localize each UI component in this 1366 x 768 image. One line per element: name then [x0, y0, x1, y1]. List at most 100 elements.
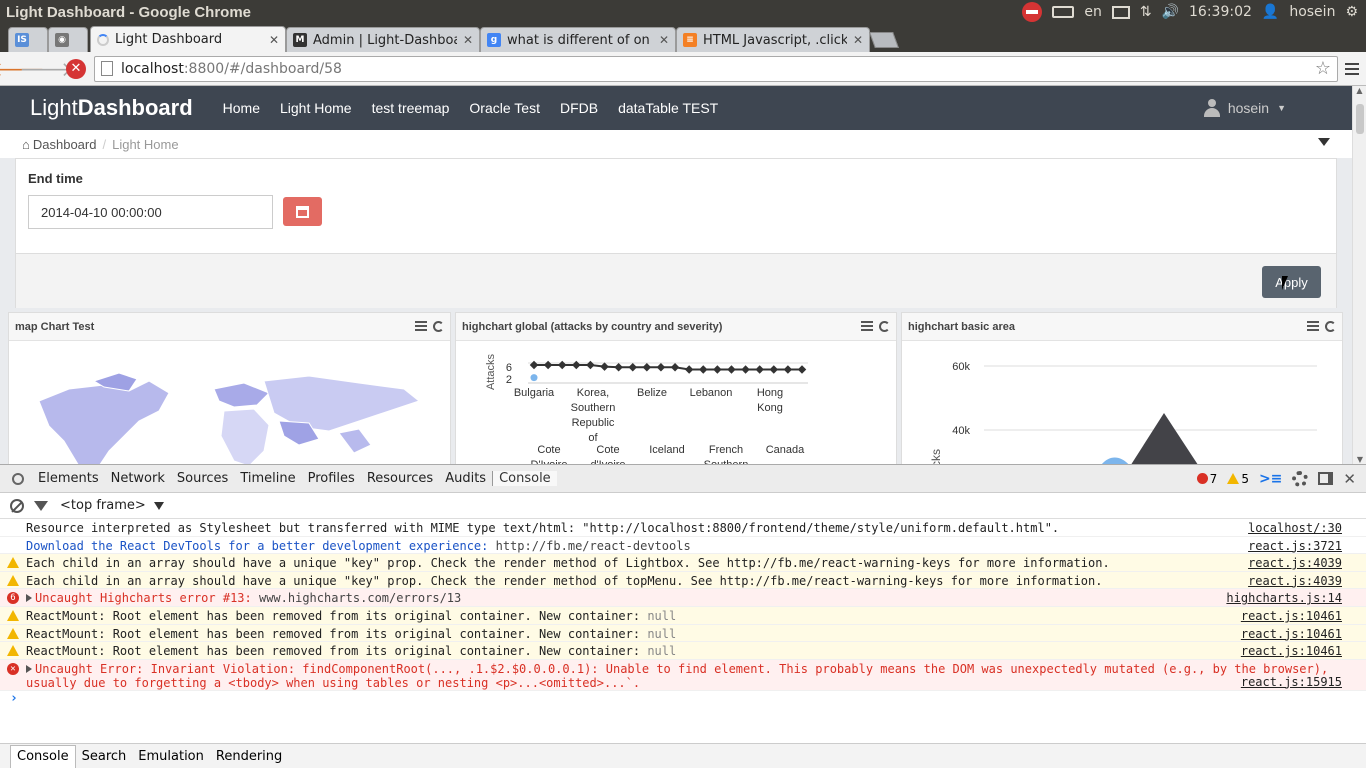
log-source-link[interactable]: react.js:10461 — [1241, 644, 1342, 658]
clock[interactable]: 16:39:02 — [1189, 4, 1252, 20]
tab-sources[interactable]: Sources — [171, 471, 234, 486]
log-link[interactable]: http://fb.me/react-devtools — [496, 539, 691, 553]
chrome-menu-icon[interactable] — [1338, 62, 1366, 75]
frame-selector[interactable]: <top frame> — [60, 498, 146, 513]
dock-side-icon[interactable] — [1318, 472, 1334, 485]
caret-down-icon: ▼ — [1277, 103, 1286, 113]
drawer-tab-rendering[interactable]: Rendering — [210, 746, 288, 768]
stop-loading-icon[interactable]: ✕ — [66, 58, 86, 79]
log-source-link[interactable]: react.js:4039 — [1248, 574, 1342, 588]
map-region-americas[interactable] — [38, 380, 170, 464]
language-indicator[interactable]: en — [1084, 4, 1102, 20]
basic-area-chart: Stacks 60k 40k — [929, 361, 1317, 464]
log-link[interactable]: www.highcharts.com/errors/13 — [259, 591, 461, 605]
browser-tab-2[interactable]: ◉ — [48, 27, 88, 52]
keyboard-icon[interactable] — [1052, 6, 1075, 18]
drawer-tab-emulation[interactable]: Emulation — [132, 746, 210, 768]
devtools-status: 7 5 >≡ ✕ — [1196, 470, 1356, 488]
warning-count[interactable]: 5 — [1227, 472, 1249, 486]
drawer-tab-console[interactable]: Console — [10, 745, 76, 768]
log-source-link[interactable]: highcharts.js:14 — [1226, 591, 1342, 605]
list-icon[interactable] — [861, 321, 873, 331]
list-icon[interactable] — [1307, 321, 1319, 331]
console-prompt[interactable]: › — [0, 691, 1366, 711]
new-tab-button[interactable] — [869, 32, 899, 48]
tab-network[interactable]: Network — [105, 471, 171, 486]
nav-test-treemap[interactable]: test treemap — [372, 100, 450, 116]
breadcrumb-dashboard[interactable]: Dashboard — [33, 137, 97, 152]
calendar-button[interactable] — [283, 197, 322, 226]
user-menu[interactable]: hosein ▼ — [1203, 99, 1286, 117]
close-tab-icon[interactable]: ✕ — [269, 33, 279, 47]
tab-console[interactable]: Console — [492, 471, 557, 486]
scroll-down-icon[interactable]: ▼ — [1353, 455, 1366, 464]
frame-dropdown-icon[interactable] — [153, 501, 164, 510]
scroll-up-icon[interactable]: ▲ — [1353, 86, 1366, 95]
log-source-link[interactable]: react.js:15915 — [1241, 675, 1342, 689]
filter-funnel-icon[interactable] — [1318, 138, 1330, 146]
console-error-line[interactable]: ✕ Uncaught Error: Invariant Violation: f… — [0, 659, 1366, 691]
map-region-south-asia[interactable] — [338, 428, 372, 454]
log-source-link[interactable]: react.js:4039 — [1248, 556, 1342, 570]
volume-icon[interactable]: 🔊 — [1162, 4, 1179, 20]
x-tick-label: Lebanon — [690, 387, 733, 399]
expand-triangle-icon[interactable] — [26, 594, 32, 603]
close-tab-icon[interactable]: ✕ — [659, 33, 669, 47]
expand-triangle-icon[interactable] — [26, 664, 32, 673]
log-link[interactable]: http://localhost:8800/frontend/theme/sty… — [590, 521, 1045, 535]
error-count[interactable]: 7 — [1196, 472, 1217, 486]
scrollbar-thumb[interactable] — [1356, 104, 1364, 134]
show-drawer-icon[interactable]: >≡ — [1259, 471, 1282, 487]
nav-oracle-test[interactable]: Oracle Test — [469, 100, 540, 116]
nav-light-home[interactable]: Light Home — [280, 100, 352, 116]
tab-resources[interactable]: Resources — [361, 471, 439, 486]
console-error-line[interactable]: 6 Uncaught Highcharts error #13: www.hig… — [0, 589, 1366, 607]
log-source-link[interactable]: localhost/:30 — [1248, 521, 1342, 535]
filter-icon[interactable] — [34, 500, 48, 511]
home-icon: ⌂ — [22, 136, 30, 152]
mail-icon[interactable] — [1111, 5, 1130, 19]
forward-arrow-icon[interactable]: 🡒 — [19, 55, 73, 83]
nav-datatable-test[interactable]: dataTable TEST — [618, 100, 718, 116]
tab-timeline[interactable]: Timeline — [234, 471, 301, 486]
data-point — [741, 365, 750, 374]
browser-tab-1[interactable]: IS — [8, 27, 48, 52]
no-entry-icon[interactable] — [1022, 2, 1043, 22]
session-user[interactable]: hosein — [1289, 4, 1335, 20]
network-icon[interactable]: ⇅ — [1140, 4, 1152, 20]
log-source-link[interactable]: react.js:10461 — [1241, 627, 1342, 641]
drawer-tab-search[interactable]: Search — [76, 746, 133, 768]
app-navbar: LightDashboard Home Light Home test tree… — [0, 86, 1352, 130]
browser-tab-google[interactable]: g what is different of on cli ✕ — [480, 27, 676, 52]
refresh-icon[interactable] — [433, 321, 444, 332]
map-region-europe[interactable] — [213, 382, 270, 408]
list-icon[interactable] — [415, 321, 427, 331]
nav-home[interactable]: Home — [223, 100, 260, 116]
inspect-magnifier-icon[interactable] — [12, 472, 24, 485]
log-source-link[interactable]: react.js:3721 — [1248, 539, 1342, 553]
close-devtools-icon[interactable]: ✕ — [1343, 470, 1356, 488]
address-bar[interactable]: localhost :8800/#/dashboard/58 ☆ — [94, 55, 1338, 82]
settings-gear-icon[interactable] — [1292, 470, 1309, 487]
map-region-africa[interactable] — [220, 408, 270, 464]
browser-tab-light-dashboard[interactable]: Light Dashboard ✕ — [90, 26, 286, 52]
page-scrollbar[interactable]: ▲ ▼ — [1352, 86, 1366, 464]
log-null: null — [647, 644, 677, 659]
url-host: localhost — [121, 60, 184, 77]
nav-dfdb[interactable]: DFDB — [560, 100, 598, 116]
brand-logo[interactable]: LightDashboard — [30, 95, 193, 121]
close-tab-icon[interactable]: ✕ — [463, 33, 473, 47]
browser-tab-stackoverflow[interactable]: ≡ HTML Javascript, .click()-: ✕ — [676, 27, 870, 52]
end-time-input[interactable]: 2014-04-10 00:00:00 — [28, 195, 273, 229]
tab-elements[interactable]: Elements — [32, 471, 105, 486]
refresh-icon[interactable] — [1325, 321, 1336, 332]
refresh-icon[interactable] — [879, 321, 890, 332]
browser-tab-admin[interactable]: M Admin | Light-Dashboard ✕ — [286, 27, 480, 52]
tab-audits[interactable]: Audits — [439, 471, 492, 486]
close-tab-icon[interactable]: ✕ — [853, 33, 863, 47]
bookmark-star-icon[interactable]: ☆ — [1315, 58, 1331, 79]
log-source-link[interactable]: react.js:10461 — [1241, 609, 1342, 623]
power-gear-icon[interactable]: ⚙ — [1345, 4, 1358, 20]
tab-profiles[interactable]: Profiles — [302, 471, 361, 486]
clear-console-icon[interactable] — [10, 498, 24, 513]
